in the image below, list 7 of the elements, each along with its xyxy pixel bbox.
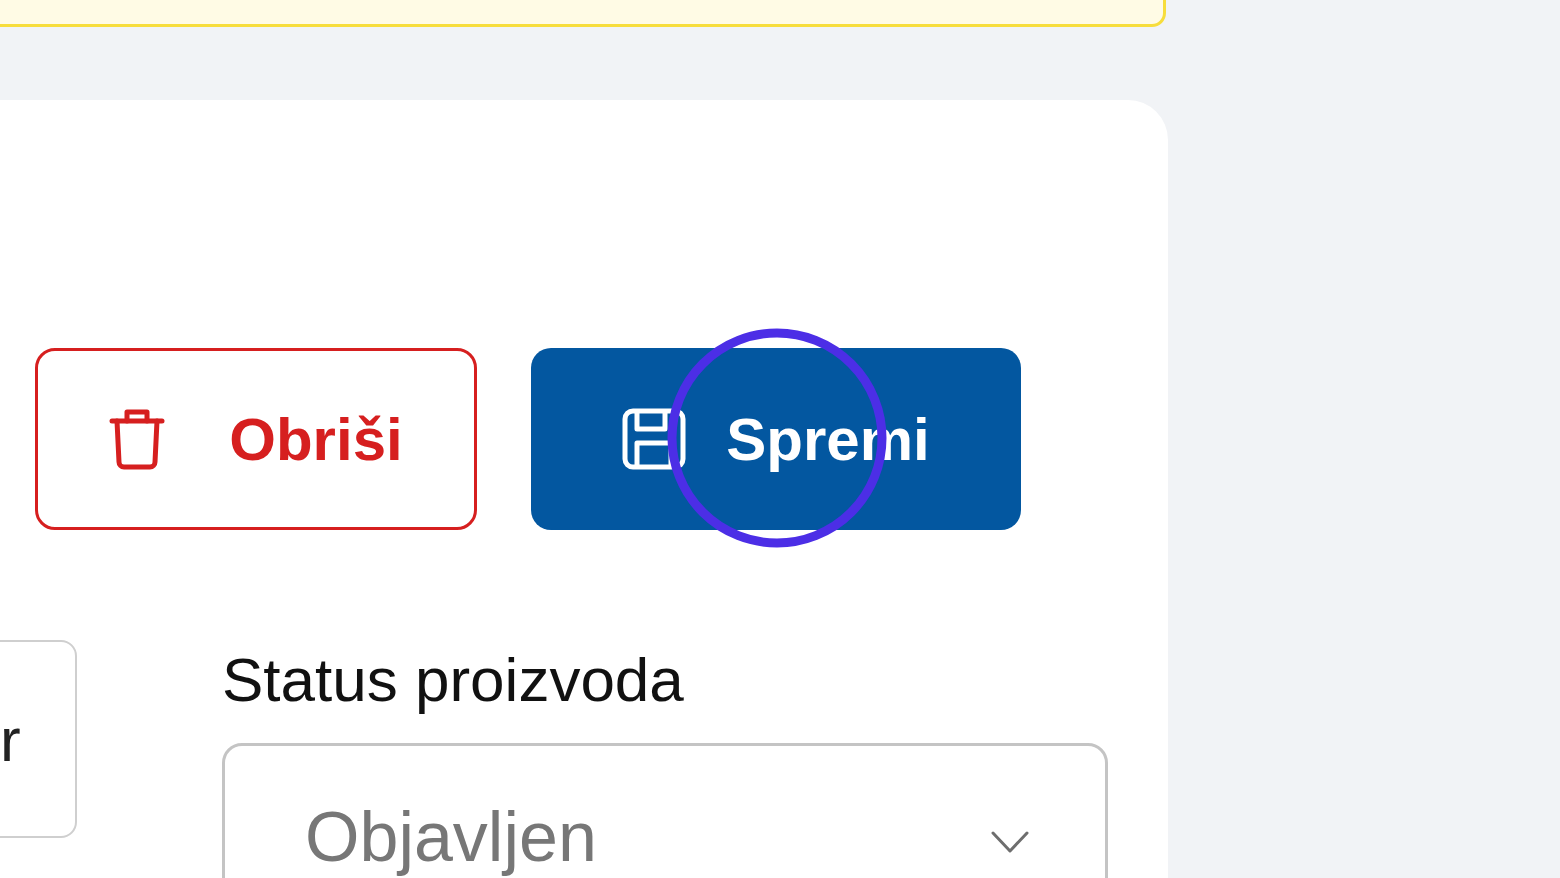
delete-button[interactable]: Obriši [35, 348, 477, 530]
text-field[interactable]: r [0, 640, 77, 838]
trash-icon [109, 408, 166, 470]
save-button[interactable]: Spremi [531, 348, 1021, 530]
status-select[interactable]: Objavljen [222, 743, 1108, 878]
chevron-down-icon [991, 830, 1029, 855]
field-label: Status proizvoda [222, 644, 685, 716]
